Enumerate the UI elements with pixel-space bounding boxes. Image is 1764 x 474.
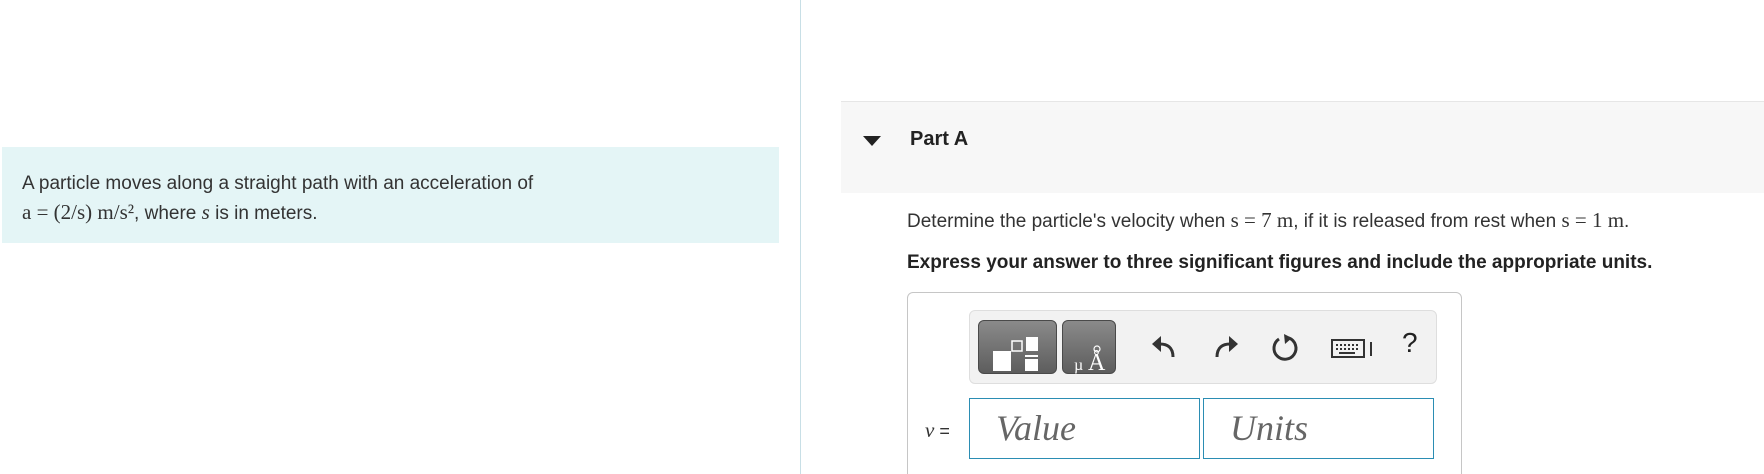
units-icon: µ Å <box>1074 345 1106 376</box>
question-text: Determine the particle's velocity when s… <box>907 208 1630 232</box>
units-input[interactable]: Units <box>1203 398 1434 459</box>
value-input[interactable]: Value <box>969 398 1200 459</box>
problem-intro: A particle moves along a straight path w… <box>22 173 534 194</box>
problem-statement: A particle moves along a straight path w… <box>2 147 779 243</box>
redo-icon <box>1215 336 1238 358</box>
undo-button[interactable] <box>1149 333 1179 363</box>
column-divider <box>800 0 801 474</box>
reset-icon <box>1272 334 1298 361</box>
reset-button[interactable] <box>1270 333 1300 363</box>
undo-icon <box>1152 336 1175 358</box>
problem-variable: s <box>201 200 210 224</box>
part-title[interactable]: Part A <box>910 128 968 151</box>
condition-s1: s = 1 m <box>1561 208 1625 232</box>
answer-instruction: Express your answer to three significant… <box>907 252 1653 273</box>
page: A particle moves along a straight path w… <box>0 0 1764 474</box>
problem-where: , where <box>134 203 202 224</box>
templates-button[interactable] <box>978 320 1057 374</box>
caret-down-icon[interactable] <box>863 136 881 146</box>
keyboard-icon <box>1331 339 1372 358</box>
svg-text:Å: Å <box>1088 350 1106 375</box>
variable-label: v = <box>925 418 950 442</box>
condition-s7: s = 7 m <box>1230 208 1294 232</box>
templates-icon <box>993 337 1038 371</box>
svg-text:µ: µ <box>1074 357 1083 374</box>
keyboard-button[interactable] <box>1330 333 1376 363</box>
part-header[interactable]: Part A <box>841 101 1764 193</box>
answer-box: µ Å ? v = Value Units <box>907 292 1462 474</box>
units-button[interactable]: µ Å <box>1062 320 1116 376</box>
redo-button[interactable] <box>1211 333 1241 363</box>
problem-suffix: is in meters. <box>209 203 318 224</box>
help-button[interactable]: ? <box>1402 327 1418 359</box>
problem-equation: a = (2/s) m/s² <box>22 200 135 224</box>
math-toolbar: µ Å ? <box>969 310 1437 384</box>
